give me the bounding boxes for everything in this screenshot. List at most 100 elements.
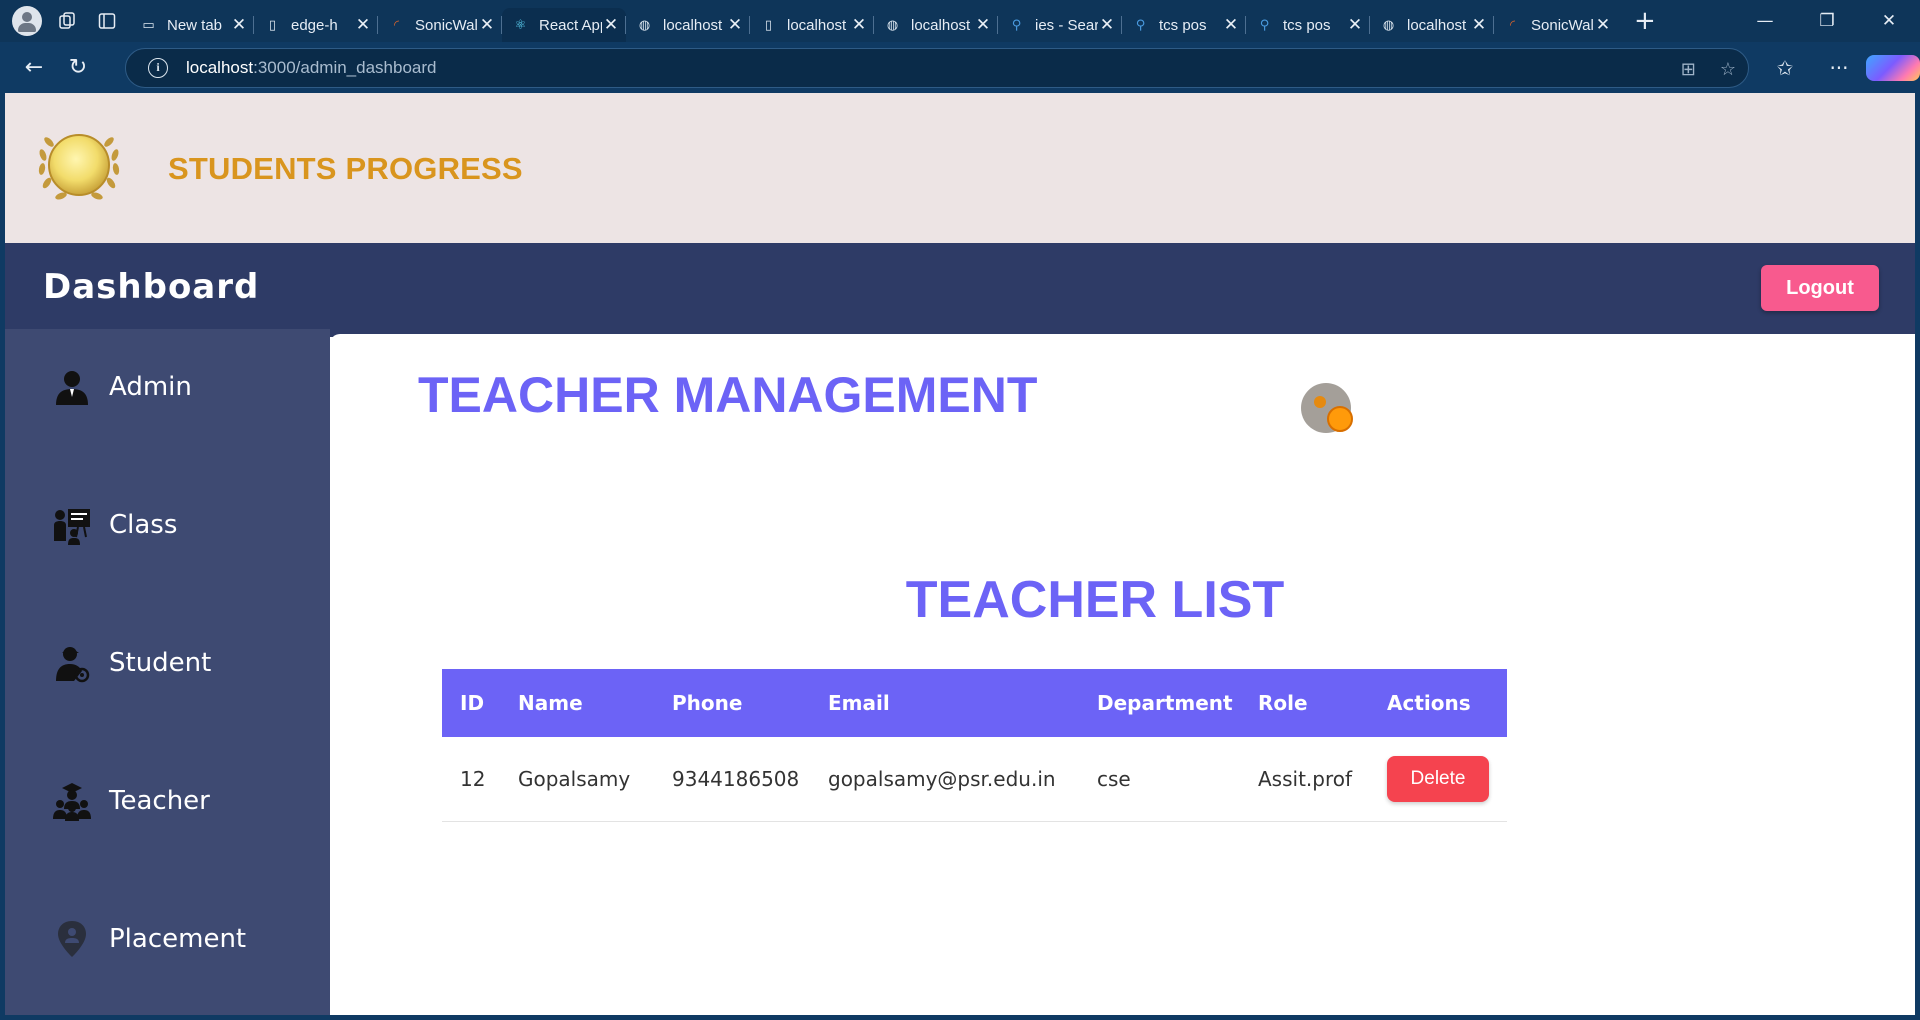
browser-toolbar-right: ✩ ···: [1758, 42, 1920, 93]
sidebar-item-student[interactable]: Student: [52, 641, 211, 685]
window-controls: — ❐ ✕: [1734, 0, 1920, 42]
minimize-icon[interactable]: —: [1734, 0, 1796, 42]
url-host: localhost: [186, 58, 254, 77]
page-icon: ▯: [268, 17, 277, 33]
newtab-icon: ▭: [142, 17, 155, 33]
globe-icon: ◍: [886, 17, 899, 33]
tab-label: localhost: [1407, 16, 1467, 34]
tab-strip: ▭ New tab ✕ ▯ edge-h ✕ ◜ SonicWall ✕ ⚛ React Ap…: [130, 0, 1656, 42]
close-icon[interactable]: ✕: [974, 15, 992, 35]
tab[interactable]: ⚲ tcs pos ✕: [1121, 8, 1246, 42]
dashboard-title: Dashboard: [43, 267, 260, 307]
sonicwall-icon: ◜: [1509, 17, 1516, 33]
dashboard-bar: Dashboard Logout: [5, 243, 1915, 329]
tab-label: New tab: [167, 16, 223, 34]
close-window-icon[interactable]: ✕: [1858, 0, 1920, 42]
close-icon[interactable]: ✕: [602, 15, 620, 35]
close-icon[interactable]: ✕: [354, 15, 372, 35]
cell-id: 12: [460, 766, 486, 791]
react-icon: ⚛: [514, 17, 527, 33]
tab[interactable]: ⚲ tcs pos ✕: [1245, 8, 1370, 42]
profile-avatar[interactable]: [12, 6, 42, 36]
logout-button[interactable]: Logout: [1761, 265, 1879, 311]
tab-label: SonicWall: [1531, 16, 1594, 34]
vertical-tabs-icon[interactable]: [92, 6, 122, 36]
globe-icon: ◍: [638, 17, 651, 33]
close-icon[interactable]: ✕: [726, 15, 744, 35]
restore-icon[interactable]: ❐: [1796, 0, 1858, 42]
close-icon[interactable]: ✕: [1594, 15, 1612, 35]
cell-phone: 9344186508: [672, 766, 800, 791]
app-title: STUDENTS PROGRESS: [168, 151, 523, 186]
tab[interactable]: ▯ localhost ✕: [749, 8, 874, 42]
tab[interactable]: ▯ edge-h ✕: [253, 8, 378, 42]
cell-role: Assit.prof: [1258, 766, 1353, 791]
sidebar-item-teacher[interactable]: Teacher: [52, 779, 210, 823]
close-icon[interactable]: ✕: [1098, 15, 1116, 35]
tab-label: tcs pos: [1283, 16, 1331, 34]
page-viewport: STUDENTS PROGRESS Dashboard Logout Admin…: [5, 93, 1915, 1015]
info-icon[interactable]: i: [148, 58, 168, 78]
search-icon: ⚲: [1259, 17, 1270, 33]
tab-active[interactable]: ⚛ React App ✕: [501, 8, 626, 42]
tab-label: edge-h: [291, 16, 338, 34]
url-text[interactable]: localhost:3000/admin_dashboard: [186, 58, 436, 78]
main-content: TEACHER MANAGEMENT TEACHER LIST ID Name …: [330, 334, 1915, 1015]
page-icon: ▯: [764, 17, 773, 33]
tab-label: ies - Search: [1035, 16, 1098, 34]
refresh-icon[interactable]: ↻: [58, 48, 98, 88]
tab[interactable]: ◜ SonicWall ✕: [1493, 8, 1618, 42]
close-icon[interactable]: ✕: [1222, 15, 1240, 35]
globe-icon: ◍: [1382, 17, 1395, 33]
tab-label: localhost: [787, 16, 847, 34]
favorites-icon[interactable]: ✩: [1758, 56, 1812, 80]
sidebar-item-placement[interactable]: Placement: [52, 917, 246, 961]
column-header-actions: Actions: [1387, 691, 1471, 715]
tab-label: localhost: [911, 16, 971, 34]
favorite-star-icon[interactable]: ☆: [1720, 59, 1736, 80]
sidebar-item-admin[interactable]: Admin: [52, 365, 192, 409]
sidebar-item-label: Admin: [109, 372, 192, 402]
column-header-department: Department: [1097, 691, 1233, 715]
placement-icon: [58, 921, 86, 957]
teacher-icon: [53, 783, 91, 821]
app-available-icon[interactable]: ⊞: [1681, 59, 1696, 80]
close-icon[interactable]: ✕: [478, 15, 496, 35]
page-title: TEACHER MANAGEMENT: [418, 367, 1038, 423]
tab[interactable]: ◜ SonicWall ✕: [377, 8, 502, 42]
cell-department: cse: [1097, 766, 1131, 791]
new-tab-icon[interactable]: +: [1634, 6, 1656, 36]
column-header-role: Role: [1258, 691, 1308, 715]
class-icon: [54, 509, 90, 545]
section-title: TEACHER LIST: [905, 571, 1285, 629]
tab-label: SonicWall: [415, 16, 478, 34]
copilot-icon[interactable]: [1866, 54, 1920, 81]
sidebar-item-class[interactable]: Class: [52, 503, 177, 547]
tab[interactable]: ◍ localhost ✕: [1369, 8, 1494, 42]
workspaces-icon[interactable]: [52, 6, 82, 36]
back-icon[interactable]: ←: [14, 48, 54, 88]
admin-icon: [56, 371, 88, 405]
tab[interactable]: ⚲ ies - Search✕: [997, 8, 1122, 42]
sidebar-item-label: Placement: [109, 924, 247, 954]
sidebar-item-label: Teacher: [109, 786, 210, 816]
search-icon: ⚲: [1135, 17, 1146, 33]
sidebar-item-label: Class: [109, 510, 178, 540]
column-header-email: Email: [828, 691, 890, 715]
close-icon[interactable]: ✕: [1470, 15, 1488, 35]
close-icon[interactable]: ✕: [1346, 15, 1364, 35]
address-bar[interactable]: i localhost:3000/admin_dashboard ⊞ ☆: [125, 48, 1749, 88]
laurel-logo-icon: [38, 134, 120, 200]
close-icon[interactable]: ✕: [850, 15, 868, 35]
tab-label: localhost: [663, 16, 723, 34]
tab[interactable]: ◍ localhost ✕: [625, 8, 750, 42]
address-bar-row: ← ↻ i localhost:3000/admin_dashboard ⊞ ☆…: [0, 42, 1920, 93]
delete-button[interactable]: Delete: [1387, 755, 1489, 802]
tab[interactable]: ◍ localhost ✕: [873, 8, 998, 42]
tab[interactable]: ▭ New tab ✕: [130, 8, 254, 42]
cell-name: Gopalsamy: [518, 766, 631, 791]
column-header-phone: Phone: [672, 691, 743, 715]
close-icon[interactable]: ✕: [230, 15, 248, 35]
more-menu-icon[interactable]: ···: [1812, 56, 1866, 80]
table-row: 12 Gopalsamy 9344186508 gopalsamy@psr.ed…: [442, 737, 1507, 821]
